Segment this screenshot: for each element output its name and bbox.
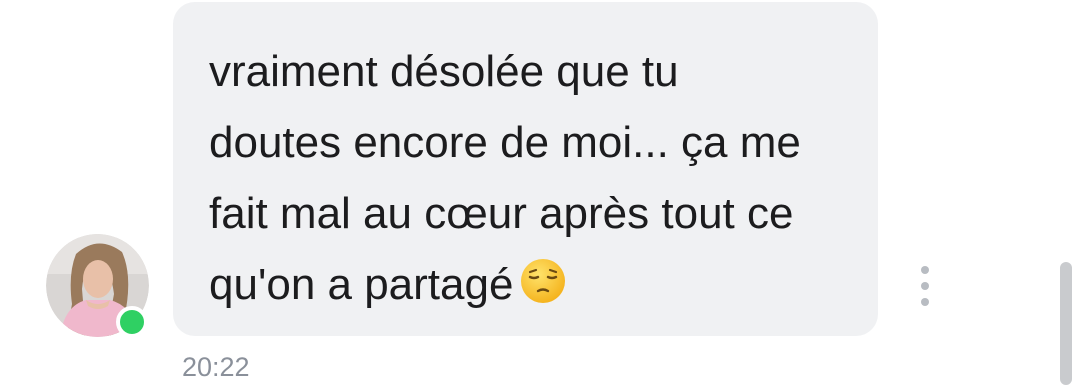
more-dot-icon [921, 266, 929, 274]
message-bubble[interactable]: vraiment désolée que tu doutes encore de… [173, 2, 878, 336]
message-options-button[interactable] [910, 266, 940, 306]
more-dot-icon [921, 282, 929, 290]
message-text: vraiment désolée que tu doutes encore de… [209, 36, 848, 320]
sender-avatar[interactable] [46, 234, 149, 338]
more-dot-icon [921, 298, 929, 306]
pensive-face-emoji-icon [521, 259, 566, 303]
message-body: vraiment désolée que tu doutes encore de… [209, 47, 801, 309]
scrollbar-thumb[interactable] [1060, 262, 1072, 385]
online-status-indicator [116, 306, 148, 338]
message-timestamp: 20:22 [182, 352, 250, 382]
